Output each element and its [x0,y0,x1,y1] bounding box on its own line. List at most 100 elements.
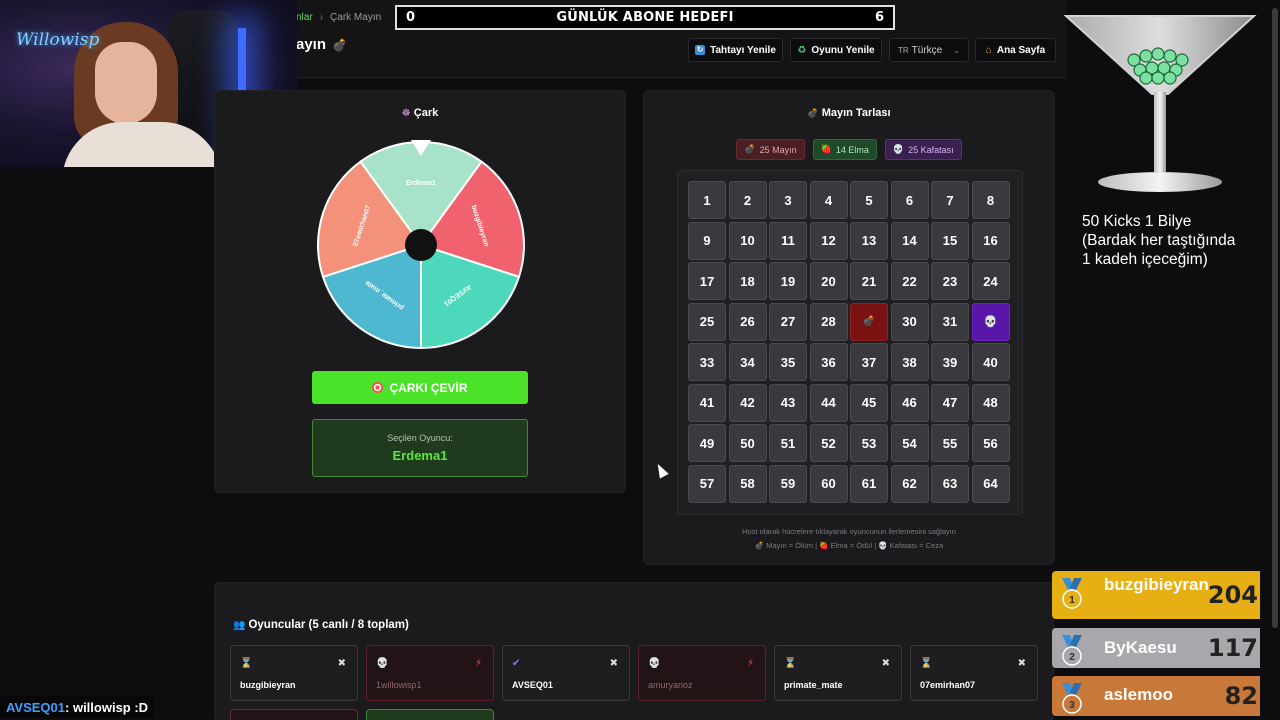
grid-cell[interactable]: 34 [728,343,767,381]
remove-player-icon[interactable]: ✖ [882,658,890,669]
grid-cell[interactable]: 5 [850,181,888,219]
grid-cell[interactable]: 1 [688,181,726,219]
grid-cell[interactable]: 16 [971,221,1010,260]
player-card[interactable]: ⌛ ✖ 07emirhan07 [910,645,1038,701]
grid-cell[interactable]: 14 [890,221,929,260]
player-card[interactable]: ⌛ ✖ primate_mate [774,645,902,701]
grid-cell[interactable]: 15 [931,221,969,260]
remove-player-icon[interactable]: ✖ [610,658,618,669]
wheel-panel-title-text: Çark [413,107,439,119]
skull-icon: 💀 [648,658,661,669]
cell-mine[interactable]: 💣 [850,302,888,341]
skull-icon: 💀 [376,658,389,669]
spin-wheel-button[interactable]: ÇARKI ÇEVİR [312,371,528,404]
grid-cell[interactable]: 24 [971,262,1010,300]
grid-cell[interactable]: 59 [769,464,807,503]
grid-cell[interactable]: 30 [890,302,929,341]
lightning-icon[interactable]: ⚡ [475,658,482,669]
restart-game-button[interactable]: ♻ Oyunu Yenile [790,38,882,62]
cell-skull[interactable]: 💀 [971,302,1010,341]
grid-cell[interactable]: 4 [809,181,848,219]
grid-cell[interactable]: 48 [971,383,1010,422]
grid-cell[interactable]: 27 [769,302,807,341]
grid-cell[interactable]: 7 [931,181,969,219]
goal-target: 6 [874,10,884,25]
grid-cell[interactable]: 37 [850,343,888,381]
grid-cell[interactable]: 54 [890,424,929,462]
grid-cell[interactable]: 60 [809,464,848,503]
grid-cell[interactable]: 38 [890,343,929,381]
grid-cell[interactable]: 52 [809,424,848,462]
grid-cell[interactable]: 51 [769,424,807,462]
grid-cell[interactable]: 36 [809,343,848,381]
grid-cell[interactable]: 18 [728,262,767,300]
grid-cell[interactable]: 22 [890,262,929,300]
scrollbar[interactable] [1272,8,1278,628]
home-button[interactable]: ⌂ Ana Sayfa [975,38,1056,62]
player-card[interactable]: 💀 ⚡ amuryanoz [638,645,766,701]
home-label: Ana Sayfa [996,44,1046,56]
grid-cell[interactable]: 43 [769,383,807,422]
grid-cell[interactable]: 35 [769,343,807,381]
grid-cell[interactable]: 33 [688,343,726,381]
player-name: primate_mate [784,680,843,690]
grid-cell[interactable]: 12 [809,221,848,260]
grid-cell[interactable]: 40 [971,343,1010,381]
grid-cell[interactable]: 49 [688,424,726,462]
spin-wheel[interactable]: Erdema1 buzgibieyran AVSEQ01 primate_mate 07… [316,140,526,350]
grid-cell[interactable]: 6 [890,181,929,219]
grid-cell[interactable]: 44 [809,383,848,422]
grid-cell[interactable]: 3 [769,181,807,219]
grid-cell[interactable]: 9 [688,221,726,260]
grid-cell[interactable]: 42 [728,383,767,422]
grid-cell[interactable]: 19 [769,262,807,300]
language-select[interactable]: TR Türkçe ⌄ [889,38,969,62]
grid-cell[interactable]: 63 [931,464,969,503]
grid-cell[interactable]: 13 [850,221,888,260]
grid-cell[interactable]: 58 [728,464,767,503]
grid-cell[interactable]: 26 [728,302,767,341]
apples-badge: 🍓 14 Elma [812,139,877,160]
grid-cell[interactable]: 47 [931,383,969,422]
grid-cell[interactable]: 45 [850,383,888,422]
lightning-icon[interactable]: ⚡ [747,658,754,669]
player-card[interactable]: ✔ ✖ AVSEQ01 [502,645,630,701]
grid-cell[interactable]: 57 [688,464,726,503]
grid-cell[interactable]: 55 [931,424,969,462]
grid-cell[interactable]: 50 [728,424,767,462]
grid-cell[interactable]: 41 [688,383,726,422]
chat-text: : willowisp :D [65,699,149,715]
player-name: buzgibieyran [240,680,296,690]
grid-cell[interactable]: 17 [688,262,726,300]
remove-player-icon[interactable]: ✖ [1018,658,1026,669]
grid-cell[interactable]: 39 [931,343,969,381]
remove-player-icon[interactable]: ✖ [338,658,346,669]
grid-cell[interactable]: 61 [850,464,888,503]
refresh-board-button[interactable]: ↻ Tahtayı Yenile [688,38,783,62]
grid-cell[interactable]: 56 [971,424,1010,462]
grid-cell[interactable]: 2 [728,181,767,219]
grid-cell[interactable]: 31 [931,302,969,341]
player-card[interactable] [366,709,494,720]
grid-cell[interactable]: 23 [931,262,969,300]
grid-cell[interactable]: 28 [809,302,848,341]
leaderboard-entry: 2 ByKaesu 117 [1052,628,1260,668]
player-card[interactable] [230,709,358,720]
grid-cell[interactable]: 11 [769,221,807,260]
player-card[interactable]: 💀 ⚡ 1willowisp1 [366,645,494,701]
breadcrumb-prev-link[interactable]: nlar [296,12,313,23]
leaderboard-name: aslemoo [1104,685,1173,704]
grid-cell[interactable]: 46 [890,383,929,422]
grid-cell[interactable]: 25 [688,302,726,341]
grid-cell[interactable]: 8 [971,181,1010,219]
breadcrumb: nlar › Çark Mayın [296,12,381,23]
grid-cell[interactable]: 53 [850,424,888,462]
player-card[interactable]: ⌛ ✖ buzgibieyran [230,645,358,701]
grid-cell[interactable]: 10 [728,221,767,260]
grid-cell[interactable]: 64 [971,464,1010,503]
grid-cell[interactable]: 20 [809,262,848,300]
grid-cell[interactable]: 62 [890,464,929,503]
grid-cell[interactable]: 21 [850,262,888,300]
streamer-face [95,42,157,124]
apples-badge-label: 14 Elma [835,144,869,155]
